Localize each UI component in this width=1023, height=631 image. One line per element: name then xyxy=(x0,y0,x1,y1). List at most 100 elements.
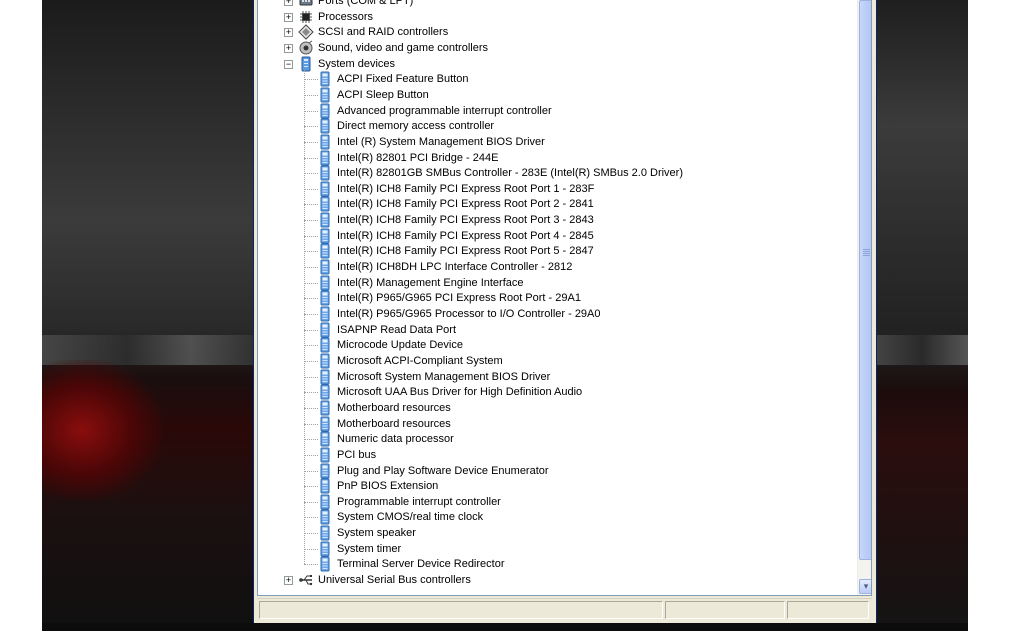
device-label: Microsoft System Management BIOS Driver xyxy=(337,371,551,383)
tree-device-row[interactable]: Programmable interrupt controller xyxy=(258,494,855,510)
tree-category-row[interactable]: + Processors xyxy=(258,9,855,25)
device-label: Motherboard resources xyxy=(337,402,451,414)
tree-device-row[interactable]: PnP BIOS Extension xyxy=(258,478,855,494)
tree-device-row[interactable]: Intel(R) ICH8 Family PCI Express Root Po… xyxy=(258,228,855,244)
device-label: Motherboard resources xyxy=(337,418,451,430)
tree-device-row[interactable]: Intel(R) ICH8 Family PCI Express Root Po… xyxy=(258,181,855,197)
tree-device-row[interactable]: Motherboard resources xyxy=(258,416,855,432)
tree-device-row[interactable]: Intel(R) ICH8 Family PCI Express Root Po… xyxy=(258,243,855,259)
scroll-down-button[interactable]: ▾ xyxy=(859,579,871,594)
tree-connector xyxy=(304,471,318,472)
category-label: SCSI and RAID controllers xyxy=(318,26,449,38)
tree-device-row[interactable]: Intel(R) ICH8DH LPC Interface Controller… xyxy=(258,259,855,275)
device-label: Terminal Server Device Redirector xyxy=(337,558,505,570)
device-label: PCI bus xyxy=(337,449,377,461)
tree-device-row[interactable]: System timer xyxy=(258,541,855,557)
device-label: Plug and Play Software Device Enumerator xyxy=(337,465,549,477)
tree-connector xyxy=(304,126,318,127)
system-device-icon xyxy=(317,118,333,134)
tree-device-row[interactable]: Intel(R) ICH8 Family PCI Express Root Po… xyxy=(258,212,855,228)
tree-device-row[interactable]: System CMOS/real time clock xyxy=(258,509,855,525)
tree-connector xyxy=(304,189,318,190)
vertical-scrollbar[interactable]: ▾ xyxy=(857,0,871,595)
system-device-icon xyxy=(317,196,333,212)
tree-connector xyxy=(304,517,318,518)
device-label: Direct memory access controller xyxy=(337,120,495,132)
tree-device-row[interactable]: System speaker xyxy=(258,525,855,541)
sound-icon xyxy=(298,40,314,56)
tree-device-row[interactable]: Numeric data processor xyxy=(258,431,855,447)
tree-device-row[interactable]: PCI bus xyxy=(258,447,855,463)
system-device-icon xyxy=(317,181,333,197)
device-label: Intel(R) ICH8 Family PCI Express Root Po… xyxy=(337,230,594,242)
system-device-icon xyxy=(317,447,333,463)
system-device-icon xyxy=(317,134,333,150)
system-device-icon xyxy=(317,275,333,291)
system-device-icon xyxy=(317,400,333,416)
tree-connector xyxy=(304,486,318,487)
tree-device-row[interactable]: Intel(R) 82801GB SMBus Controller - 283E… xyxy=(258,165,855,181)
device-manager-window: + Ports (COM & LPT) + Processors + SCSI and R… xyxy=(253,0,877,623)
tree-device-row[interactable]: Microsoft UAA Bus Driver for High Defini… xyxy=(258,384,855,400)
tree-connector xyxy=(304,236,318,237)
tree-device-row[interactable]: Intel(R) ICH8 Family PCI Express Root Po… xyxy=(258,196,855,212)
device-label: Intel(R) ICH8 Family PCI Express Root Po… xyxy=(337,214,594,226)
system-device-icon xyxy=(317,228,333,244)
device-label: Intel(R) ICH8 Family PCI Express Root Po… xyxy=(337,245,594,257)
tree-connector xyxy=(304,298,318,299)
device-label: Advanced programmable interrupt controll… xyxy=(337,105,552,117)
tree-device-row[interactable]: Intel(R) 82801 PCI Bridge - 244E xyxy=(258,150,855,166)
tree-device-row[interactable]: Microsoft System Management BIOS Driver xyxy=(258,369,855,385)
tree-device-row[interactable]: Intel(R) P965/G965 PCI Express Root Port… xyxy=(258,290,855,306)
status-pane-2 xyxy=(665,601,785,619)
system-device-icon xyxy=(317,525,333,541)
category-label: System devices xyxy=(318,58,396,70)
device-label: Microsoft ACPI-Compliant System xyxy=(337,355,503,367)
tree-connector xyxy=(304,439,318,440)
tree-category-row[interactable]: + SCSI and RAID controllers xyxy=(258,24,855,40)
tree-device-row[interactable]: Microcode Update Device xyxy=(258,337,855,353)
system-device-icon xyxy=(317,416,333,432)
tree-device-row[interactable]: Plug and Play Software Device Enumerator xyxy=(258,463,855,479)
port-icon xyxy=(298,0,314,9)
tree-device-row[interactable]: Intel(R) P965/G965 Processor to I/O Cont… xyxy=(258,306,855,322)
device-label: Intel(R) Management Engine Interface xyxy=(337,277,524,289)
tree-device-row[interactable]: Intel (R) System Management BIOS Driver xyxy=(258,134,855,150)
device-label: PnP BIOS Extension xyxy=(337,480,439,492)
system-device-icon xyxy=(317,259,333,275)
desktop-bottom-edge xyxy=(42,623,968,631)
tree-connector-vertical xyxy=(304,70,305,564)
tree-device-row[interactable]: Advanced programmable interrupt controll… xyxy=(258,103,855,119)
tree-category-row[interactable]: − System devices xyxy=(258,56,855,72)
system-device-icon xyxy=(317,165,333,181)
tree-device-row[interactable]: Microsoft ACPI-Compliant System xyxy=(258,353,855,369)
device-label: ACPI Sleep Button xyxy=(337,89,429,101)
tree-device-row[interactable]: Direct memory access controller xyxy=(258,118,855,134)
system-device-icon xyxy=(317,212,333,228)
tree-device-row[interactable]: ACPI Sleep Button xyxy=(258,87,855,103)
tree-device-row[interactable]: ACPI Fixed Feature Button xyxy=(258,71,855,87)
tree-category-row[interactable]: + Sound, video and game controllers xyxy=(258,40,855,56)
tree-device-row[interactable]: Terminal Server Device Redirector xyxy=(258,556,855,572)
device-label: Microcode Update Device xyxy=(337,339,463,351)
tree-connector xyxy=(304,502,318,503)
tree-device-row[interactable]: Intel(R) Management Engine Interface xyxy=(258,275,855,291)
system-device-icon xyxy=(317,463,333,479)
system-device-icon xyxy=(317,243,333,259)
tree-connector xyxy=(304,95,318,96)
usb-icon xyxy=(298,572,314,588)
device-label: ACPI Fixed Feature Button xyxy=(337,73,469,85)
device-label: ISAPNP Read Data Port xyxy=(337,324,457,336)
device-label: Intel(R) 82801GB SMBus Controller - 283E… xyxy=(337,167,684,179)
tree-category-row[interactable]: + Universal Serial Bus controllers xyxy=(258,572,855,588)
tree-connector xyxy=(304,455,318,456)
scrollbar-thumb[interactable] xyxy=(859,0,871,560)
tree-connector xyxy=(304,361,318,362)
device-label: Intel (R) System Management BIOS Driver xyxy=(337,136,545,148)
tree-category-row[interactable]: + Ports (COM & LPT) xyxy=(258,0,855,9)
system-device-icon xyxy=(317,87,333,103)
tree-device-row[interactable]: Motherboard resources xyxy=(258,400,855,416)
tree-device-row[interactable]: ISAPNP Read Data Port xyxy=(258,322,855,338)
system-device-icon xyxy=(317,541,333,557)
tree-connector xyxy=(304,220,318,221)
